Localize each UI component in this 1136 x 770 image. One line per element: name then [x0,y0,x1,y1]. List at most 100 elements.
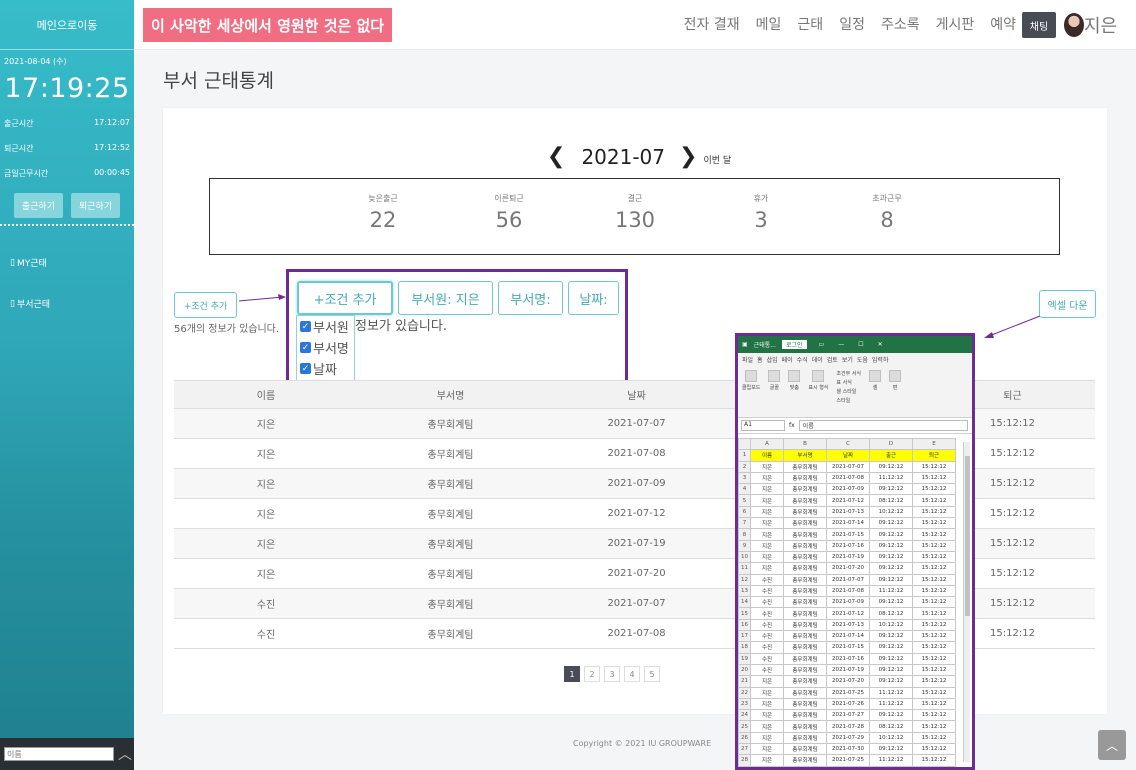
sheet-cell[interactable]: 08:12:12 [869,494,913,507]
sheet-cell[interactable]: 이름 [750,449,784,462]
sheet-cell[interactable]: 2021-07-07 [826,460,870,473]
sheet-cell[interactable]: 총무회계팀 [783,528,827,541]
minimize-icon[interactable]: — [838,341,844,348]
sheet-cell[interactable]: 08:12:12 [869,607,913,620]
sheet-cell[interactable]: 지은 [750,754,784,767]
row-number[interactable]: 17 [738,630,751,643]
sheet-cell[interactable]: 지은 [750,539,784,552]
sheet-cell[interactable]: 15:12:12 [912,709,956,722]
row-number[interactable]: 7 [738,517,751,530]
sheet-cell[interactable]: 지은 [750,460,784,473]
sheet-cell[interactable]: 총무회계팀 [783,630,827,643]
sheet-cell[interactable]: 15:12:12 [912,483,956,496]
nav-schedule[interactable]: 일정 [839,14,865,34]
excel-download-button[interactable]: 엑셀 다운 [1039,290,1096,318]
sidebar-item-dept-attendance[interactable]: ▯ 부서근태 [0,297,134,311]
sheet-cell[interactable]: 15:12:12 [912,618,956,632]
checkbox-checked-icon[interactable]: ✓ [300,342,311,353]
sheet-cell[interactable]: 총무회계팀 [783,663,827,677]
ribbon-item[interactable]: 조건부 서식 [836,370,861,377]
sheet-cell[interactable]: 10:12:12 [869,731,913,745]
sheet-cell[interactable]: 2021-07-15 [826,641,870,654]
row-number[interactable]: 28 [738,754,751,767]
sheet-cell[interactable]: 09:12:12 [869,550,913,564]
sheet-cell[interactable]: 수진 [750,663,784,677]
sheet-cell[interactable]: 부서명 [783,449,827,462]
sheet-cell[interactable]: 총무회계팀 [783,460,827,473]
ribbon-item[interactable]: 표 서식 [836,379,851,386]
sheet-cell[interactable]: 08:12:12 [869,720,913,733]
sheet-cell[interactable]: 수진 [750,584,784,598]
sheet-cell[interactable]: 지은 [750,483,784,496]
sheet-cell[interactable]: 15:12:12 [912,675,956,688]
sidebar-item-my-attendance[interactable]: ▯ MY근태 [0,256,134,270]
row-number[interactable]: 18 [738,641,751,654]
sheet-cell[interactable]: 지은 [750,517,784,530]
nav-board[interactable]: 게시판 [936,14,975,34]
sheet-cell[interactable]: 2021-07-25 [826,754,870,767]
sheet-cell[interactable]: 총무회계팀 [783,731,827,745]
check-dept[interactable]: ✓ 부서명 [297,337,354,358]
row-number[interactable]: 10 [738,550,751,564]
sheet-cell[interactable]: 2021-07-07 [826,573,870,586]
filter-member-chip[interactable]: 부서원: 지은 [398,281,493,315]
col-header[interactable]: E [912,437,956,451]
checkbox-checked-icon[interactable]: ✓ [300,363,311,374]
sheet-cell[interactable]: 지은 [750,675,784,688]
ribbon-group[interactable]: 셀 [869,370,881,413]
ribbon-tab[interactable]: 데이 [812,355,823,364]
sheet-cell[interactable]: 15:12:12 [912,517,956,530]
sheet-cell[interactable]: 2021-07-12 [826,607,870,620]
ribbon-tab[interactable]: 검토 [827,355,838,364]
sheet-cell[interactable]: 지은 [750,743,784,756]
sheet-cell[interactable]: 09:12:12 [869,709,913,722]
sheet-cell[interactable]: 15:12:12 [912,720,956,733]
checkbox-checked-icon[interactable]: ✓ [300,321,311,332]
check-date[interactable]: ✓ 날짜 [297,358,354,379]
sheet-cell[interactable]: 총무회계팀 [783,607,827,620]
col-header[interactable]: B [783,437,827,451]
row-number[interactable]: 20 [738,663,751,677]
sheet-cell[interactable]: 09:12:12 [869,630,913,643]
sheet-cell[interactable]: 지은 [750,709,784,722]
filter-dept-chip[interactable]: 부서명: [498,281,563,315]
sheet-cell[interactable]: 2021-07-15 [826,528,870,541]
sheet-cell[interactable]: 2021-07-20 [826,562,870,575]
sheet-cell[interactable]: 총무회계팀 [783,471,827,485]
ribbon-tab[interactable]: 수식 [797,355,808,364]
sheet-cell[interactable]: 지은 [750,697,784,711]
sheet-cell[interactable]: 2021-07-16 [826,539,870,552]
chevron-left-icon[interactable]: ❮ [547,144,565,169]
sheet-cell[interactable]: 총무회계팀 [783,754,827,767]
row-number[interactable]: 19 [738,652,751,665]
sheet-cell[interactable]: 총무회계팀 [783,697,827,711]
sheet-cell[interactable]: 총무회계팀 [783,517,827,530]
row-number[interactable]: 4 [738,483,751,496]
sheet-cell[interactable]: 15:12:12 [912,471,956,485]
ribbon-item[interactable]: 셀 스타일 [836,388,856,395]
page-button[interactable]: 5 [644,666,660,682]
nav-approval[interactable]: 전자 결재 [684,14,740,34]
row-number[interactable]: 13 [738,584,751,598]
sheet-cell[interactable]: 15:12:12 [912,550,956,564]
row-number[interactable]: 14 [738,596,751,609]
save-icon[interactable]: ▣ [742,341,748,348]
sheet-cell[interactable]: 지은 [750,562,784,575]
user-name[interactable]: 지은 [1084,12,1117,38]
sheet-cell[interactable]: 15:12:12 [912,607,956,620]
sheet-cell[interactable]: 지은 [750,494,784,507]
check-member[interactable]: ✓ 부서원 [297,316,354,337]
nav-addressbook[interactable]: 주소록 [881,14,920,34]
ribbon-display-icon[interactable]: ▭ [819,341,825,348]
sheet-cell[interactable]: 총무회계팀 [783,618,827,632]
sheet-cell[interactable]: 지은 [750,550,784,564]
sheet-cell[interactable]: 15:12:12 [912,652,956,665]
sheet-cell[interactable]: 총무회계팀 [783,505,827,519]
vertical-scrollbar[interactable] [963,442,970,762]
ribbon-group[interactable]: 글꼴 [768,370,781,413]
excel-login-button[interactable]: 로그인 [781,340,807,349]
sheet-cell[interactable]: 15:12:12 [912,686,956,699]
sheet-cell[interactable]: 총무회계팀 [783,573,827,586]
sheet-cell[interactable]: 지은 [750,686,784,699]
sheet-cell[interactable]: 총무회계팀 [783,686,827,699]
